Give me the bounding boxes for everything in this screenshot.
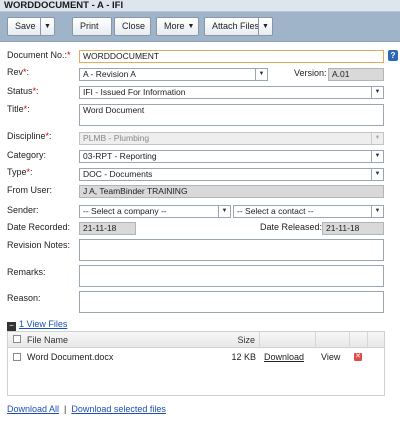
help-icon[interactable]: ? (388, 50, 398, 61)
sender-company-value: -- Select a company -- (83, 206, 167, 216)
category-select-value: 03-RPT - Reporting (83, 151, 157, 161)
attach-files-button[interactable]: Attach Files ▼ (204, 17, 273, 36)
file-size-cell: 12 KB (231, 352, 256, 362)
title-textarea[interactable]: Word Document (79, 104, 384, 126)
discipline-label: Discipline*: (7, 131, 52, 141)
close-button[interactable]: Close (114, 17, 151, 36)
title-label: Title*: (7, 104, 30, 114)
chevron-down-icon: ▼ (371, 206, 383, 217)
reason-textarea[interactable] (79, 291, 384, 313)
column-header-view (316, 332, 350, 348)
more-dropdown-arrow-icon: ▼ (187, 23, 195, 30)
chevron-down-icon: ▼ (255, 69, 267, 80)
type-select-value: DOC - Documents (83, 169, 153, 179)
more-button-label: More (164, 21, 185, 31)
sender-company-select[interactable]: -- Select a company -- ▼ (79, 205, 231, 218)
type-select[interactable]: DOC - Documents ▼ (79, 168, 384, 181)
from-user-label: From User: (7, 185, 52, 195)
window-title: WORDDOCUMENT - A - IFI (0, 0, 400, 12)
save-button-label: Save (15, 21, 36, 31)
column-header-download (260, 332, 316, 348)
date-recorded-field: 21-11-18 (79, 222, 136, 235)
type-label: Type*: (7, 167, 33, 177)
sender-label: Sender: (7, 205, 39, 215)
collapse-icon[interactable]: − (7, 322, 16, 331)
save-button[interactable]: Save ▼ (7, 17, 55, 36)
select-all-checkbox[interactable] (13, 335, 21, 343)
attach-dropdown-arrow-icon[interactable]: ▼ (258, 18, 272, 35)
document-no-label: Document No.:* (7, 50, 71, 60)
column-header-size[interactable]: Size (204, 332, 260, 348)
files-table: File Name Size Word Document.docx 12 KB … (7, 331, 385, 396)
discipline-select-value: PLMB - Plumbing (83, 133, 150, 143)
view-link[interactable]: View (321, 349, 340, 365)
download-all-link[interactable]: Download All (7, 404, 59, 414)
status-label: Status*: (7, 86, 39, 96)
chevron-down-icon: ▼ (371, 133, 383, 144)
rev-select-value: A - Revision A (83, 69, 136, 79)
toolbar: Save ▼ Print Close More ▼ Attach Files ▼ (0, 12, 400, 42)
chevron-down-icon: ▼ (371, 151, 383, 162)
download-selected-link[interactable]: Download selected files (71, 404, 166, 414)
from-user-field: J A, TeamBinder TRAINING (79, 185, 384, 198)
row-checkbox[interactable] (13, 353, 21, 361)
chevron-down-icon: ▼ (218, 206, 230, 217)
revision-notes-label: Revision Notes: (7, 240, 71, 250)
files-table-header: File Name Size (8, 332, 384, 348)
status-select-value: IFI - Issued For Information (83, 87, 186, 97)
file-name-cell: Word Document.docx (27, 352, 114, 362)
footer-links: Download All | Download selected files (7, 404, 166, 414)
status-select[interactable]: IFI - Issued For Information ▼ (79, 86, 384, 99)
remarks-textarea[interactable] (79, 265, 384, 287)
column-header-delete (350, 332, 368, 348)
discipline-select: PLMB - Plumbing ▼ (79, 132, 384, 145)
rev-select[interactable]: A - Revision A ▼ (79, 68, 268, 81)
version-label: Version: (294, 68, 327, 78)
print-button[interactable]: Print (72, 17, 112, 36)
category-label: Category: (7, 150, 47, 160)
date-released-label: Date Released: (260, 222, 323, 232)
more-button[interactable]: More ▼ (156, 17, 199, 36)
chevron-down-icon: ▼ (371, 169, 383, 180)
chevron-down-icon: ▼ (371, 87, 383, 98)
files-section-header: −1 View Files (7, 319, 67, 331)
remarks-label: Remarks: (7, 267, 46, 277)
sender-contact-value: -- Select a contact -- (237, 206, 314, 216)
save-dropdown-arrow-icon[interactable]: ▼ (40, 18, 54, 35)
download-link[interactable]: Download (264, 349, 304, 365)
view-files-link[interactable]: 1 View Files (19, 319, 67, 329)
document-no-input[interactable]: WORDDOCUMENT (79, 50, 384, 63)
date-recorded-label: Date Recorded: (7, 222, 71, 232)
attach-files-label: Attach Files (212, 21, 260, 31)
date-released-field: 21-11-18 (322, 222, 384, 235)
table-row: Word Document.docx 12 KB Download View ✕ (8, 349, 384, 365)
version-field: A.01 (328, 68, 384, 81)
footer-separator: | (64, 404, 67, 414)
category-select[interactable]: 03-RPT - Reporting ▼ (79, 150, 384, 163)
delete-icon[interactable]: ✕ (354, 353, 362, 361)
reason-label: Reason: (7, 293, 41, 303)
rev-label: Rev*: (7, 67, 30, 77)
sender-contact-select[interactable]: -- Select a contact -- ▼ (233, 205, 384, 218)
revision-notes-textarea[interactable] (79, 239, 384, 261)
